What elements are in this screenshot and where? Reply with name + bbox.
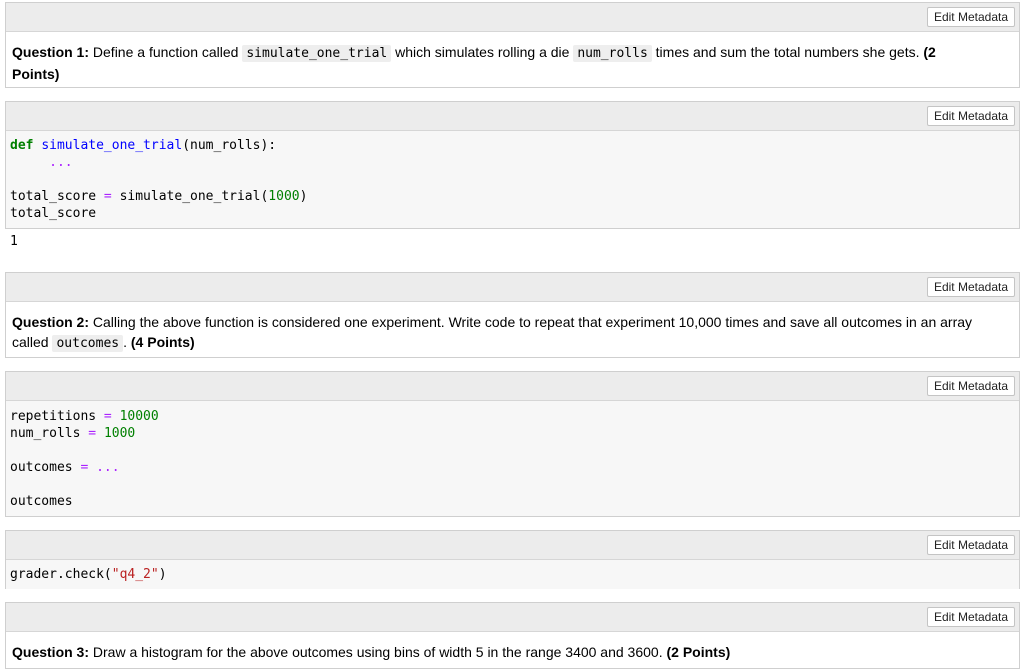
cell-toolbar: Edit Metadata [6,603,1019,632]
question-1-text: Question 1: Define a function called sim… [12,44,936,82]
cell-toolbar: Edit Metadata [6,531,1019,560]
edit-metadata-button[interactable]: Edit Metadata [926,376,1015,396]
markdown-cell-question-2[interactable]: Edit Metadata Question 2: Calling the ab… [5,272,1020,358]
inline-code-param: num_rolls [573,45,652,62]
markdown-cell-question-1[interactable]: Edit Metadata Question 1: Define a funct… [5,2,1020,88]
code-editor[interactable]: grader.check("q4_2") [6,560,1019,589]
cell-toolbar: Edit Metadata [6,3,1019,32]
edit-metadata-button[interactable]: Edit Metadata [926,607,1015,627]
code-cell-grader-check[interactable]: Edit Metadata grader.check("q4_2") [5,530,1020,589]
inline-code-function-name: simulate_one_trial [242,45,392,62]
cell-toolbar: Edit Metadata [6,273,1019,302]
cell-output: 1 [10,234,18,249]
edit-metadata-button[interactable]: Edit Metadata [926,277,1015,297]
edit-metadata-button[interactable]: Edit Metadata [926,106,1015,126]
markdown-cell-question-3[interactable]: Edit Metadata Question 3: Draw a histogr… [5,602,1020,669]
code-cell-simulate-one-trial[interactable]: Edit Metadata def simulate_one_trial(num… [5,101,1020,229]
question-2-text: Question 2: Calling the above function i… [12,314,973,352]
cell-toolbar: Edit Metadata [6,372,1019,401]
inline-code-outcomes: outcomes [52,335,124,352]
edit-metadata-button[interactable]: Edit Metadata [926,7,1015,27]
code-editor[interactable]: repetitions = 10000 num_rolls = 1000 out… [6,401,1019,516]
edit-metadata-button[interactable]: Edit Metadata [926,535,1015,555]
cell-toolbar: Edit Metadata [6,102,1019,131]
question-3-text: Question 3: Draw a histogram for the abo… [12,644,731,660]
code-editor[interactable]: def simulate_one_trial(num_rolls): ... t… [6,131,1019,228]
code-cell-outcomes[interactable]: Edit Metadata repetitions = 10000 num_ro… [5,371,1020,517]
